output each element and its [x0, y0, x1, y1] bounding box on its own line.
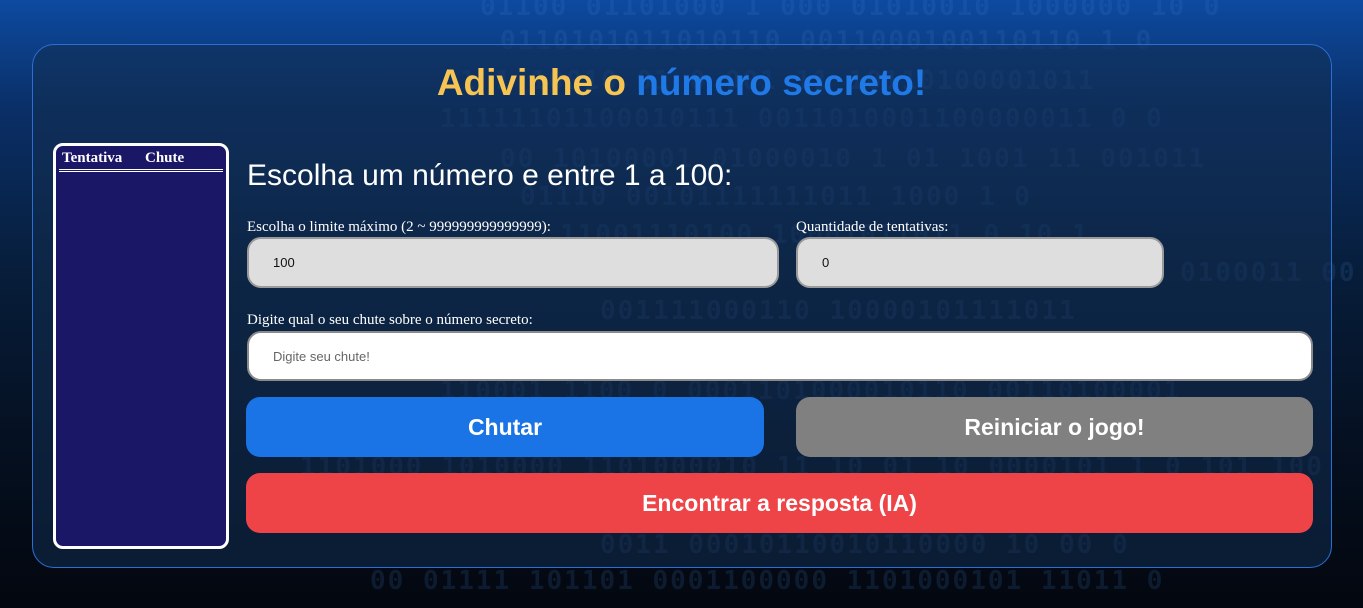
title-part-1: Adivinhe o	[436, 62, 626, 103]
page-title: Adivinhe o número secreto!	[0, 62, 1363, 104]
history-col-guess: Chute	[145, 150, 185, 166]
max-limit-input[interactable]	[247, 237, 779, 288]
instruction-heading: Escolha um número e entre 1 a 100:	[247, 159, 733, 192]
guess-history-table: Tentativa Chute	[53, 143, 229, 549]
guess-button[interactable]: Chutar	[246, 397, 764, 457]
title-part-2: número secreto!	[636, 62, 927, 103]
history-header: Tentativa Chute	[59, 149, 223, 172]
attempts-label: Quantidade de tentativas:	[796, 219, 949, 235]
ai-solve-button[interactable]: Encontrar a resposta (IA)	[246, 473, 1313, 533]
max-limit-label: Escolha o limite máximo (2 ~ 99999999999…	[247, 219, 551, 235]
guess-input[interactable]	[247, 331, 1313, 381]
attempts-count-field	[796, 237, 1164, 288]
guess-label: Digite qual o seu chute sobre o número s…	[247, 312, 533, 328]
history-col-attempt: Tentativa	[62, 150, 123, 166]
restart-button[interactable]: Reiniciar o jogo!	[796, 397, 1313, 457]
